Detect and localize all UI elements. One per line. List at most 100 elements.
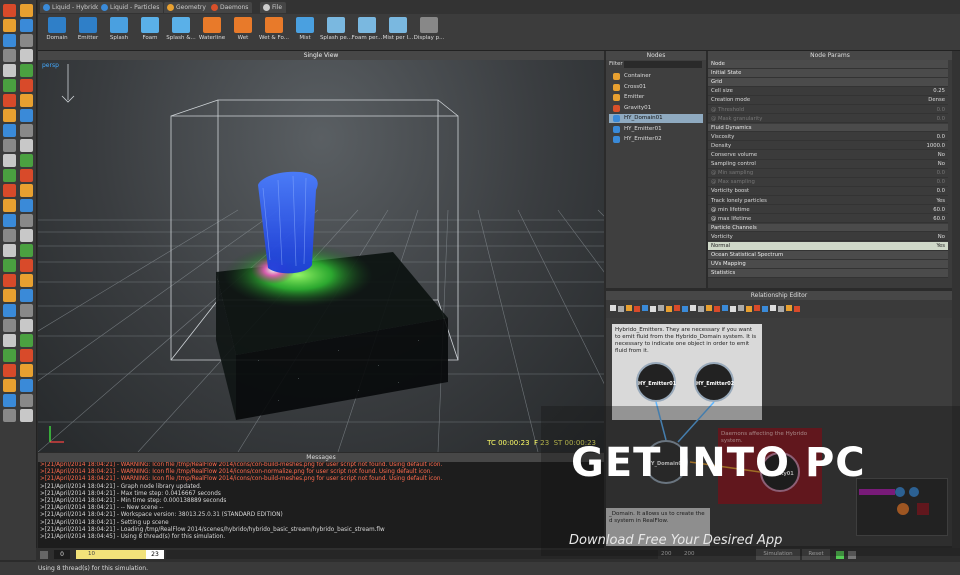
relationship-tool-icon[interactable]: [706, 305, 712, 311]
tab-liquid-hybrido[interactable]: Liquid - Hybrido: [40, 2, 104, 13]
relationship-tool-icon[interactable]: [746, 306, 752, 312]
param-row[interactable]: Sampling control No: [708, 160, 948, 169]
tool-icon[interactable]: [3, 94, 16, 107]
param-row[interactable]: Particle Channels: [708, 223, 948, 233]
shelf-button-wet-foam[interactable]: Wet & Fo...: [257, 16, 291, 48]
tool-icon[interactable]: [20, 304, 33, 317]
param-row[interactable]: @ Threshold 0.0: [708, 106, 948, 114]
relationship-tool-icon[interactable]: [794, 306, 800, 312]
param-row[interactable]: Vorticity boost 0.0: [708, 187, 948, 196]
relationship-tool-icon[interactable]: [634, 306, 640, 312]
shelf-button-waterline[interactable]: Waterline: [195, 16, 229, 48]
param-row[interactable]: Viscosity 0.0: [708, 133, 948, 142]
param-value[interactable]: No: [938, 160, 945, 169]
param-row[interactable]: @ Min sampling 0.0: [708, 169, 948, 178]
tool-icon[interactable]: [20, 214, 33, 227]
param-row[interactable]: Fluid Dynamics: [708, 123, 948, 133]
tool-icon[interactable]: [3, 34, 16, 47]
shelf-button-gear[interactable]: Display p...: [412, 16, 446, 48]
shelf-button-splash[interactable]: Splash: [102, 16, 136, 48]
relationship-tool-icon[interactable]: [610, 305, 616, 311]
tool-icon[interactable]: [20, 184, 33, 197]
relationship-tool-icon[interactable]: [730, 306, 736, 312]
tab-liquid-particles[interactable]: Liquid - Particles: [98, 2, 164, 13]
shelf-button-emitter[interactable]: Emitter: [71, 16, 105, 48]
param-value[interactable]: 0.25: [933, 87, 945, 96]
relationship-tool-icon[interactable]: [754, 305, 760, 311]
param-value[interactable]: Yes: [936, 197, 945, 206]
tool-icon[interactable]: [3, 109, 16, 122]
relationship-tool-icon[interactable]: [618, 306, 624, 312]
tool-icon[interactable]: [3, 229, 16, 242]
relationship-tool-icon[interactable]: [778, 306, 784, 312]
tool-icon[interactable]: [3, 199, 16, 212]
tool-icon[interactable]: [3, 79, 16, 92]
shelf-button-mist[interactable]: Mist: [288, 16, 322, 48]
tab-daemons[interactable]: Daemons: [208, 2, 253, 13]
tool-icon[interactable]: [20, 379, 33, 392]
tool-icon[interactable]: [20, 364, 33, 377]
relationship-tool-icon[interactable]: [666, 306, 672, 312]
tool-icon[interactable]: [3, 274, 16, 287]
param-row[interactable]: Creation mode Dense: [708, 96, 948, 105]
tool-icon[interactable]: [20, 109, 33, 122]
tool-icon[interactable]: [3, 139, 16, 152]
tool-icon[interactable]: [20, 319, 33, 332]
tool-icon[interactable]: [20, 274, 33, 287]
node-item[interactable]: HY_Domain01: [609, 114, 703, 123]
shelf-button-splash-foam[interactable]: Splash &...: [164, 16, 198, 48]
param-row[interactable]: @ Max sampling 0.0: [708, 178, 948, 187]
shelf-button-foam-mesh[interactable]: Foam per...: [350, 16, 384, 48]
param-row[interactable]: Normal Yes: [708, 242, 948, 251]
shelf-button-domain[interactable]: Domain: [40, 16, 74, 48]
tool-icon[interactable]: [3, 124, 16, 137]
param-value[interactable]: 0.0: [937, 115, 945, 124]
tool-icon[interactable]: [3, 289, 16, 302]
timeline-current-frame[interactable]: 23: [146, 550, 164, 559]
param-value[interactable]: Dense: [928, 96, 945, 105]
timeline-range[interactable]: [76, 550, 146, 559]
tool-icon[interactable]: [20, 409, 33, 422]
relationship-tool-icon[interactable]: [770, 305, 776, 311]
relationship-tool-icon[interactable]: [626, 305, 632, 311]
tool-icon[interactable]: [20, 394, 33, 407]
tool-icon[interactable]: [3, 4, 16, 17]
tool-icon[interactable]: [20, 169, 33, 182]
relationship-tool-icon[interactable]: [642, 305, 648, 311]
node-item[interactable]: Gravity01: [609, 104, 703, 113]
tool-icon[interactable]: [20, 259, 33, 272]
messages-log[interactable]: >[21/April/2014 18:04:21] - WARNING: Ico…: [38, 462, 604, 548]
param-value[interactable]: 1000.0: [926, 142, 945, 151]
viewport[interactable]: persp TC 00:00:23 F 23 ST 00:00:23: [38, 60, 604, 452]
tool-icon[interactable]: [20, 94, 33, 107]
tool-icon[interactable]: [20, 4, 33, 17]
param-value[interactable]: 0.0: [937, 187, 945, 196]
param-value[interactable]: No: [938, 233, 945, 242]
tool-icon[interactable]: [20, 79, 33, 92]
param-row[interactable]: Cell size 0.25: [708, 87, 948, 96]
shelf-button-splash-mesh[interactable]: Splash pe...: [319, 16, 353, 48]
tool-icon[interactable]: [20, 64, 33, 77]
tool-icon[interactable]: [3, 49, 16, 62]
tab-geometry[interactable]: Geometry: [164, 2, 210, 13]
tool-icon[interactable]: [3, 19, 16, 32]
param-row[interactable]: @ min lifetime 60.0: [708, 206, 948, 215]
tool-icon[interactable]: [3, 409, 16, 422]
param-row[interactable]: @ max lifetime 60.0: [708, 215, 948, 224]
param-row[interactable]: Statistics: [708, 269, 948, 278]
tool-icon[interactable]: [20, 154, 33, 167]
tool-icon[interactable]: [3, 64, 16, 77]
param-row[interactable]: Node: [708, 60, 948, 69]
relationship-tool-icon[interactable]: [690, 305, 696, 311]
param-row[interactable]: Track lonely particles Yes: [708, 197, 948, 206]
tool-icon[interactable]: [3, 304, 16, 317]
tool-icon[interactable]: [3, 394, 16, 407]
node-item[interactable]: Cross01: [609, 83, 703, 92]
tool-icon[interactable]: [20, 19, 33, 32]
tool-icon[interactable]: [3, 214, 16, 227]
param-value[interactable]: No: [938, 151, 945, 160]
relationship-tool-icon[interactable]: [722, 305, 728, 311]
node-item[interactable]: HY_Emitter02: [609, 135, 703, 144]
shelf-button-wet[interactable]: Wet: [226, 16, 260, 48]
tool-icon[interactable]: [20, 49, 33, 62]
